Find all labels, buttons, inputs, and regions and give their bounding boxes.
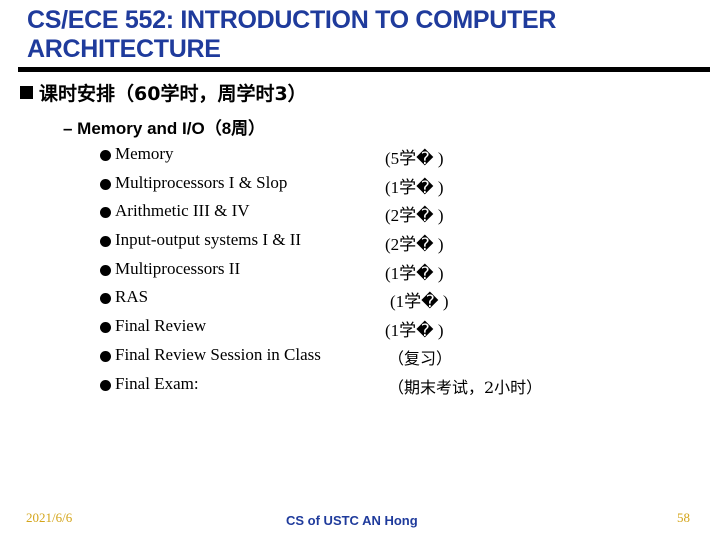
item-label: Arithmetic III & IV <box>115 201 250 221</box>
square-bullet-icon <box>20 86 33 99</box>
item-label: Input-output systems I & II <box>115 230 302 250</box>
item-hours: （期末考试，2小时） <box>388 377 543 397</box>
item-hours: （复习） <box>388 348 453 368</box>
round-bullet-icon <box>100 379 111 391</box>
item-hours: (1学� ) <box>385 263 444 283</box>
footer-date: 2021/6/6 <box>26 510 73 525</box>
round-bullet-icon <box>100 293 111 305</box>
footer-author: CS of USTC AN Hong <box>286 513 418 528</box>
item-hours: (2学� ) <box>385 206 444 226</box>
round-bullet-icon <box>100 322 111 334</box>
item-hours: (5学� ) <box>385 149 444 168</box>
item-label: Final Exam: <box>115 373 199 393</box>
level1-bullet: 课时安排（60学时，周学时3） <box>20 79 307 106</box>
item-label: Memory <box>115 144 174 163</box>
round-bullet-icon <box>100 264 111 276</box>
item-hours: (1学� ) <box>385 321 444 341</box>
level1-text: 课时安排（60学时，周学时3） <box>39 83 307 105</box>
item-label: Final Review Session in Class <box>115 344 321 364</box>
item-hours: (1学� ) <box>385 177 444 197</box>
round-bullet-icon <box>100 350 111 362</box>
item-label: Multiprocessors I & Slop <box>115 172 288 192</box>
level2-bullet: – Memory and I/O（8周） <box>63 119 266 138</box>
round-bullet-icon <box>100 150 111 161</box>
item-label: Multiprocessors II <box>115 258 241 278</box>
round-bullet-icon <box>100 178 111 190</box>
page-number: 58 <box>677 510 690 525</box>
round-bullet-icon <box>100 236 111 248</box>
item-hours: (1学� ) <box>390 292 449 312</box>
title-divider <box>18 67 710 72</box>
slide-title: CS/ECE 552: INTRODUCTION TO COMPUTER ARC… <box>27 6 557 63</box>
item-label: RAS <box>115 287 149 307</box>
round-bullet-icon <box>100 207 111 219</box>
item-hours: (2学� ) <box>385 235 444 255</box>
item-label: Final Review <box>115 316 207 336</box>
